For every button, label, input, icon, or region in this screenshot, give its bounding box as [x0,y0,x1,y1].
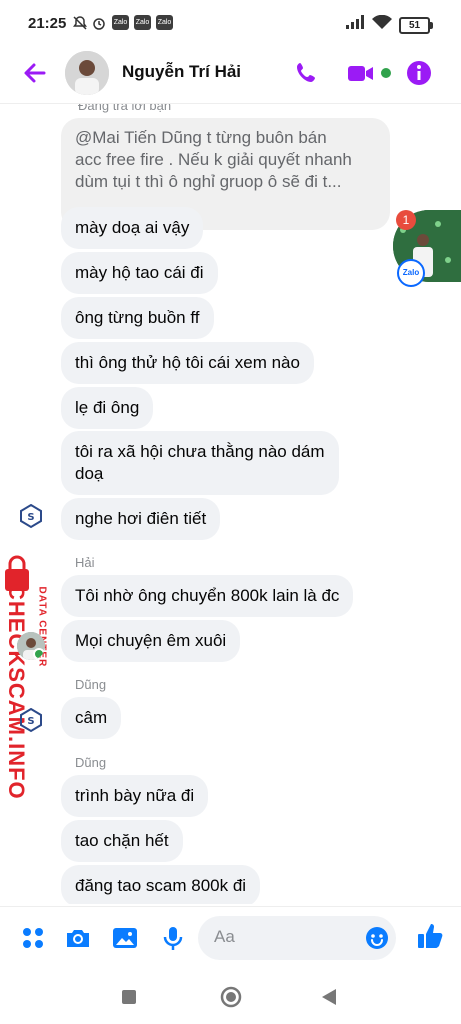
notification-count-badge: 1 [396,210,416,230]
zalo-notification-icon: Zalo [134,15,151,30]
message-bubble[interactable]: mày doạ ai vậy [61,207,204,249]
apps-menu-icon[interactable] [19,924,47,952]
brand-logo-icon: S [19,707,43,738]
gallery-icon[interactable] [111,924,139,952]
svg-text:S: S [27,716,34,727]
quoted-message-text: @Mai Tiến Dũng t từng buôn bán acc free … [75,128,352,191]
sender-name: Dũng [75,755,107,770]
zalo-notification-icon: Zalo [112,15,129,30]
brand-logo-icon: S [19,503,43,534]
message-list[interactable]: Đang trả lời bạn @Mai Tiến Dũng t từng b… [0,104,461,904]
contact-avatar[interactable] [65,51,109,95]
signal-icon [346,15,366,32]
sender-avatar[interactable] [17,632,45,660]
info-icon[interactable] [404,58,434,88]
sender-name: Hải [75,555,95,570]
svg-text:S: S [27,512,34,523]
message-bubble[interactable]: nghe hơi điên tiết [61,498,221,540]
sender-name: Dũng [75,677,107,692]
online-status-dot [33,648,45,660]
microphone-icon[interactable] [159,924,187,952]
message-bubble[interactable]: tao chặn hết [61,820,183,862]
zalo-notification-icon: Zalo [156,15,173,30]
system-navigation-bar [0,970,461,1024]
message-bubble[interactable]: thì ông thử hộ tôi cái xem nào [61,342,314,384]
message-input[interactable] [212,926,366,948]
recent-apps-icon[interactable] [121,989,137,1010]
message-bubble[interactable]: ông từng buồn ff [61,297,214,339]
back-nav-icon[interactable] [321,988,337,1011]
checkscam-watermark: CHECKSCAM.INFO DATA CENTER [2,554,48,800]
message-bubble[interactable]: đăng tao scam 800k đi [61,865,261,904]
status-time: 21:25 [28,15,67,32]
alarm-icon [91,15,107,34]
message-input-box[interactable] [198,916,396,960]
message-bubble[interactable]: tôi ra xã hội chưa thằng nào dám doạ [61,431,339,495]
home-icon[interactable] [219,985,243,1014]
message-bubble[interactable]: mày hộ tao cái đi [61,252,218,294]
emoji-icon[interactable] [364,925,390,956]
watermark-site-text: CHECKSCAM.INFO [4,584,29,800]
back-arrow-icon[interactable] [20,58,50,88]
reply-hint: Đang trả lời bạn [78,104,172,113]
message-bubble[interactable]: trình bày nữa đi [61,775,209,817]
message-bubble[interactable]: Tôi nhờ ông chuyển 800k lain là đc [61,575,354,617]
status-bar: 21:25 Zalo Zalo Zalo 51 [0,0,461,48]
message-bubble[interactable]: lẹ đi ông [61,387,154,429]
camera-icon[interactable] [64,924,92,952]
phone-call-icon[interactable] [292,58,322,88]
message-bubble[interactable]: câm [61,697,122,739]
zalo-app-badge: Zalo [397,259,425,287]
online-status-dot [381,68,391,78]
message-composer [0,906,461,971]
mute-bell-icon [72,15,88,34]
thumbs-up-icon[interactable] [415,921,443,949]
wifi-icon [372,14,392,33]
message-bubble[interactable]: Mọi chuyện êm xuôi [61,620,241,662]
chat-header: Nguyễn Trí Hải [0,48,461,104]
contact-name[interactable]: Nguyễn Trí Hải [122,62,241,82]
battery-indicator: 51 [399,17,433,34]
video-call-icon[interactable] [346,58,376,88]
